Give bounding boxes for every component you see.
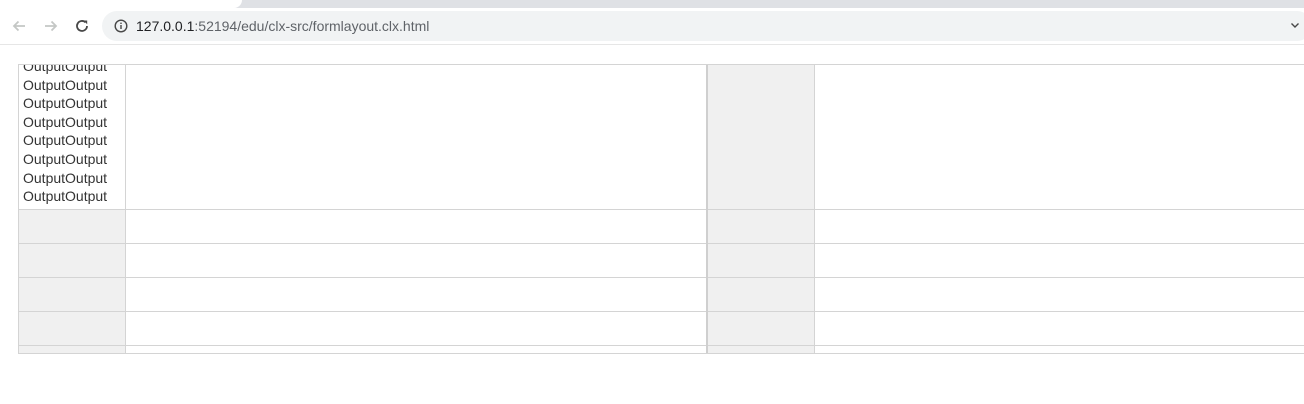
form-field-cell[interactable] xyxy=(126,278,706,311)
output-line: OutputOutput xyxy=(23,113,108,130)
browser-toolbar: 127.0.0.1:52194/edu/clx-src/formlayout.c… xyxy=(0,8,1304,45)
reload-button[interactable] xyxy=(68,12,96,40)
row-divider xyxy=(19,277,1304,278)
form-label-cell xyxy=(19,312,125,345)
output-line: OutputOutput xyxy=(23,65,108,74)
form-label-cell xyxy=(19,278,125,311)
row-divider xyxy=(19,311,1304,312)
column-divider xyxy=(814,65,815,353)
chevron-down-icon[interactable] xyxy=(1290,20,1300,30)
output-cell: OutputOutput OutputOutput OutputOutput O… xyxy=(19,65,125,209)
forward-button[interactable] xyxy=(37,12,65,40)
row-divider xyxy=(19,209,1304,210)
output-line: OutputOutput xyxy=(23,95,108,112)
output-line: OutputOutput xyxy=(23,132,108,149)
form-label-cell xyxy=(19,346,125,353)
reload-icon xyxy=(76,20,88,32)
form-field-cell[interactable] xyxy=(815,210,1304,243)
form-field-cell[interactable] xyxy=(126,65,706,209)
form-field-cell[interactable] xyxy=(126,312,706,345)
form-label-cell xyxy=(708,210,814,243)
active-tab[interactable] xyxy=(0,0,242,8)
form-label-cell xyxy=(708,244,814,277)
form-field-cell[interactable] xyxy=(815,65,1304,209)
output-text: OutputOutput OutputOutput OutputOutput O… xyxy=(23,65,123,206)
arrow-left-icon xyxy=(12,20,25,32)
form-label-cell xyxy=(708,278,814,311)
form-field-cell[interactable] xyxy=(126,210,706,243)
url-path: :52194/edu/clx-src/formlayout.clx.html xyxy=(194,18,430,34)
form-layout: OutputOutput OutputOutput OutputOutput O… xyxy=(18,64,1304,354)
output-line: OutputOutput xyxy=(23,150,108,167)
row-divider xyxy=(19,243,1304,244)
form-label-cell xyxy=(19,210,125,243)
form-label-cell xyxy=(708,65,814,209)
output-line: OutputOutput xyxy=(23,169,108,186)
form-field-cell[interactable] xyxy=(126,346,706,353)
info-icon xyxy=(114,19,128,33)
column-divider xyxy=(125,65,126,353)
output-line: OutputOutput xyxy=(23,188,108,205)
output-line: OutputOutput xyxy=(23,76,108,93)
form-field-cell[interactable] xyxy=(815,244,1304,277)
arrow-right-icon xyxy=(45,20,58,32)
column-divider xyxy=(706,65,708,353)
form-field-cell[interactable] xyxy=(815,312,1304,345)
url-host: 127.0.0.1 xyxy=(136,18,195,34)
site-info-button[interactable] xyxy=(110,15,132,37)
tab-strip xyxy=(0,0,1304,8)
page-content: OutputOutput OutputOutput OutputOutput O… xyxy=(0,45,1304,404)
address-bar[interactable]: 127.0.0.1:52194/edu/clx-src/formlayout.c… xyxy=(102,11,1304,41)
form-field-cell[interactable] xyxy=(126,244,706,277)
row-divider xyxy=(19,345,1304,346)
form-label-cell xyxy=(19,244,125,277)
form-field-cell[interactable] xyxy=(815,346,1304,353)
form-label-cell xyxy=(708,312,814,345)
form-label-cell xyxy=(708,346,814,353)
form-field-cell[interactable] xyxy=(815,278,1304,311)
back-button[interactable] xyxy=(5,12,33,40)
